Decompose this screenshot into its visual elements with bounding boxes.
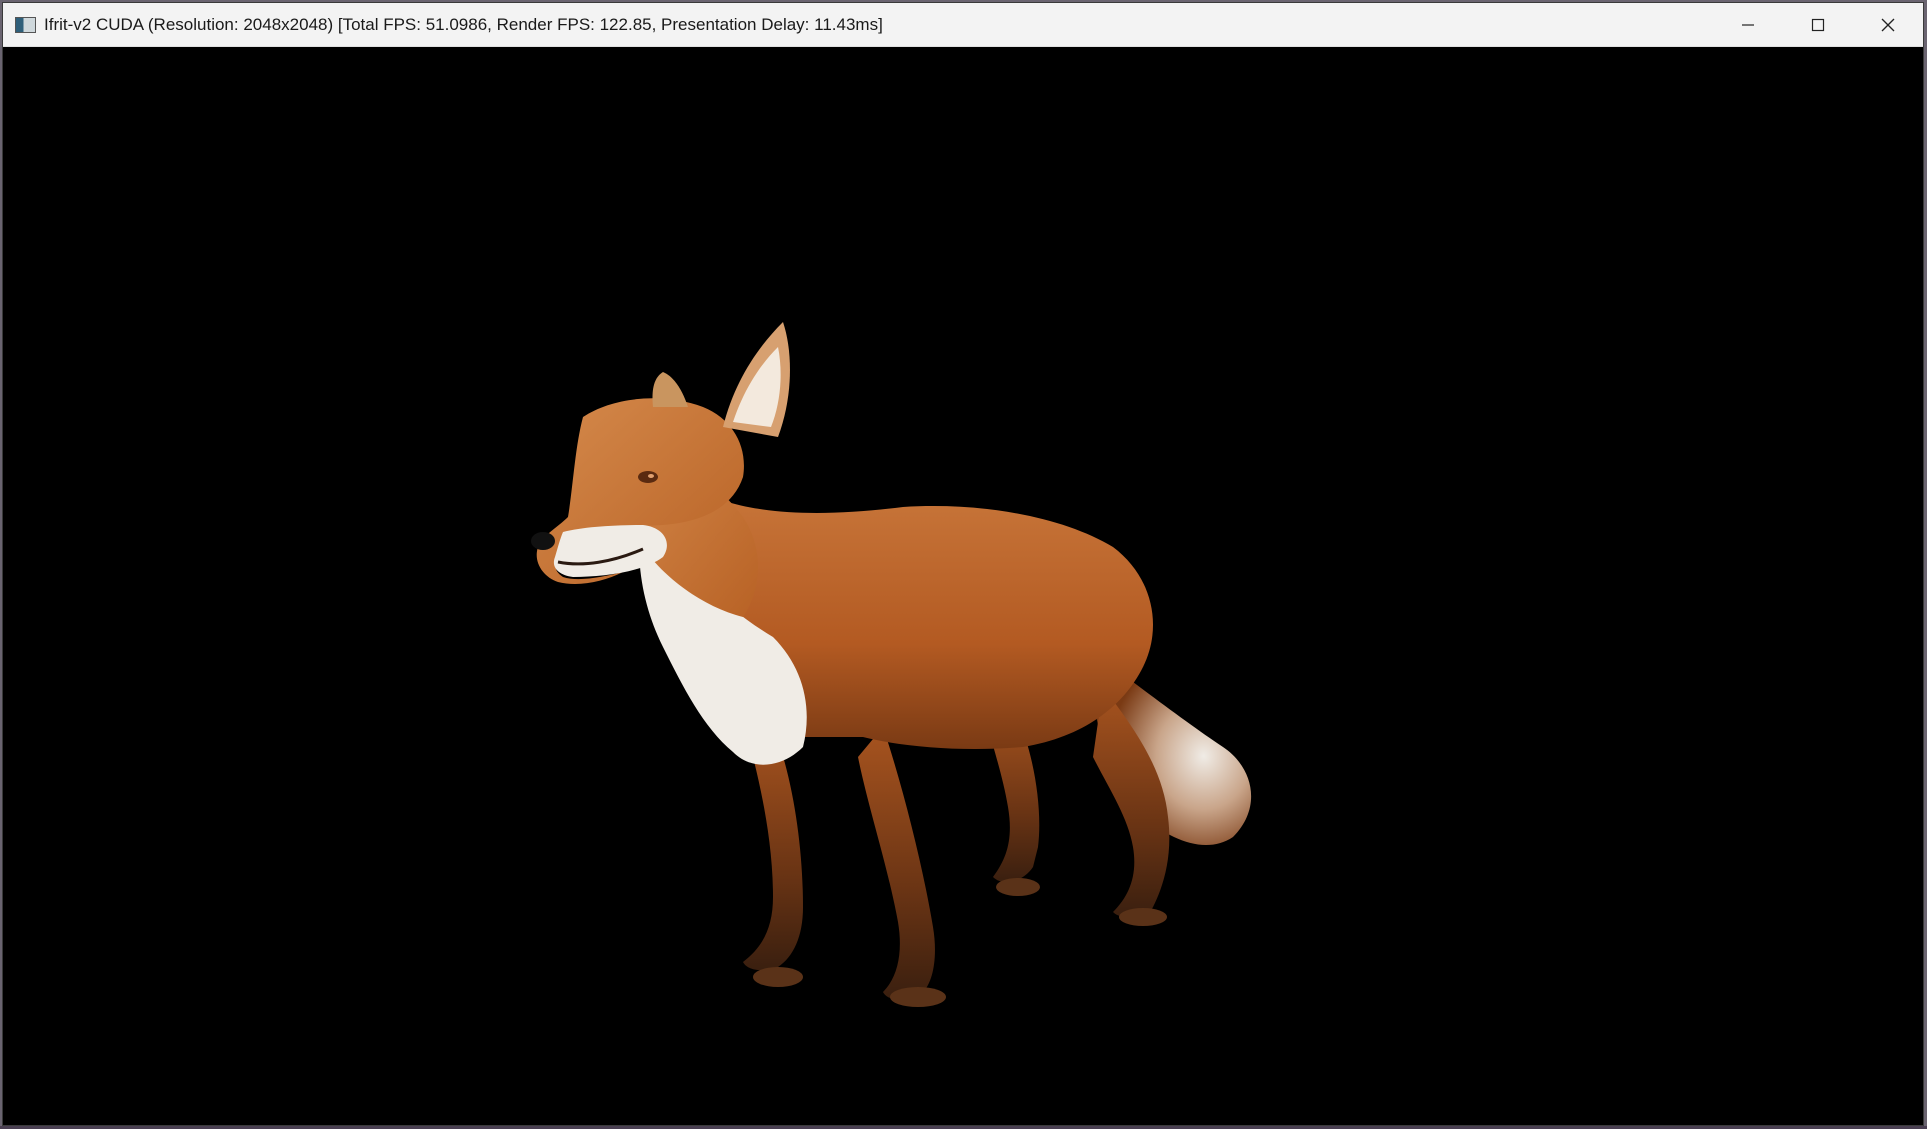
app-window: Ifrit-v2 CUDA (Resolution: 2048x2048) [T… [3, 3, 1923, 1125]
window-controls [1713, 3, 1923, 46]
fox-paw-back-far [996, 878, 1040, 896]
app-window-icon [15, 16, 36, 33]
close-icon [1881, 18, 1895, 31]
fox-eye [638, 471, 658, 483]
fox-front-leg-near [858, 727, 935, 1000]
window-title: Ifrit-v2 CUDA (Resolution: 2048x2048) [T… [44, 14, 883, 34]
close-button[interactable] [1853, 3, 1923, 46]
minimize-button[interactable] [1713, 3, 1783, 46]
minimize-icon [1742, 23, 1754, 26]
fox-3d-model [531, 322, 1252, 1007]
fox-paw-front-far [753, 967, 803, 987]
render-viewport[interactable] [3, 47, 1923, 1125]
fox-nose [531, 532, 555, 550]
fox-paw-back-near [1119, 908, 1167, 926]
fox-ear-far [652, 372, 688, 407]
title-bar[interactable]: Ifrit-v2 CUDA (Resolution: 2048x2048) [T… [3, 3, 1923, 47]
maximize-button[interactable] [1783, 3, 1853, 46]
maximize-icon [1811, 18, 1825, 31]
fox-paw-front-near [890, 987, 946, 1007]
